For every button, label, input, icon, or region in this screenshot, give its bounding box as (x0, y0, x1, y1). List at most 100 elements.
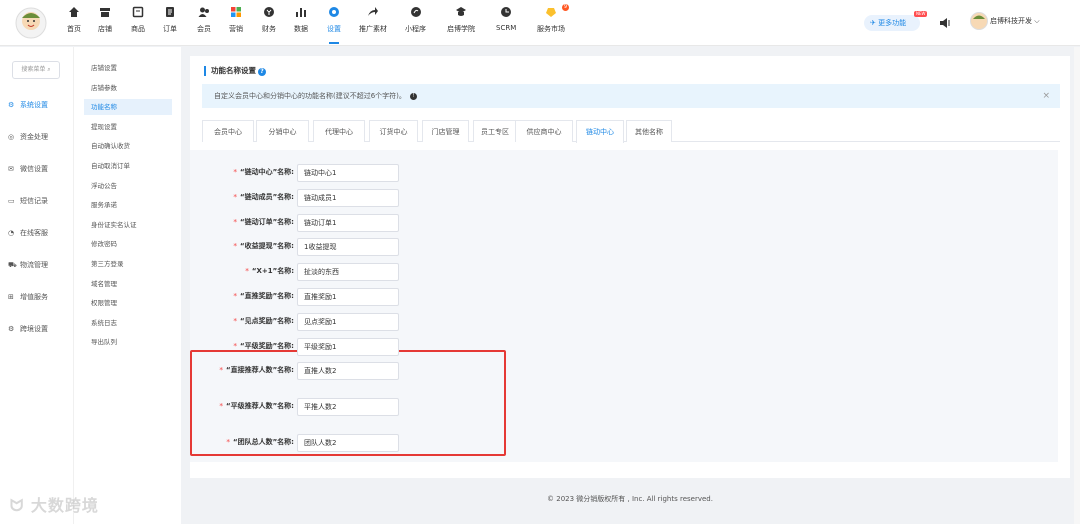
sidebar-item-label: 微信设置 (20, 165, 48, 173)
nav-label: 数据 (294, 25, 308, 33)
name-input[interactable]: 直推奖励1 (297, 288, 399, 306)
user-menu[interactable]: 启博科技开发 ⌵ (990, 16, 1040, 26)
name-input[interactable]: 链动成员1 (297, 189, 399, 207)
sidebar-item[interactable]: ◔ 在线客服 (0, 222, 73, 244)
required-mark: * (233, 317, 237, 325)
main-panel: 功能名称设置? 自定义会员中心和分销中心的功能名称(建议不超过6个字符)。 ! … (190, 56, 1070, 478)
nav-goods[interactable]: 商品 (131, 6, 145, 42)
subsidebar-item[interactable]: 服务承诺 (84, 197, 172, 213)
subsidebar-item[interactable]: 权限管理 (84, 295, 172, 311)
help-icon[interactable]: ? (258, 68, 266, 76)
nav-scrm[interactable]: SCRM (496, 6, 516, 42)
nav-market[interactable]: 服务市场 9 (537, 4, 569, 42)
tab[interactable]: 其他名称 (626, 120, 672, 142)
finance-icon (262, 6, 276, 22)
sidebar-item[interactable]: ⛟ 物流管理 (0, 254, 73, 276)
sidebar-item[interactable]: ▭ 短信记录 (0, 190, 73, 212)
nav-order[interactable]: 订单 (163, 6, 177, 42)
subsidebar-item[interactable]: 自动取消订单 (84, 158, 172, 174)
globe-icon: ⚙ (8, 325, 15, 333)
subsidebar-item[interactable]: 修改密码 (84, 236, 172, 252)
nav-label: 服务市场 (537, 25, 565, 33)
sub-sidebar: 店铺设置店铺参数功能名称提现设置自动确认收货 自动取消订单 浮动公告服务承诺身份证实… (73, 47, 181, 524)
subsidebar-item[interactable]: 系统日志 (84, 315, 172, 331)
subsidebar-item[interactable]: 第三方登录 (84, 256, 172, 272)
subsidebar-item[interactable]: 导出队列 (84, 334, 172, 350)
goods-icon (131, 6, 145, 22)
tab[interactable]: 供应商中心 (515, 120, 573, 142)
subsidebar-item[interactable]: 身份证实名认证 (84, 217, 172, 233)
subsidebar-item[interactable]: 浮动公告 (84, 178, 172, 194)
rocket-icon: ✈ (870, 19, 879, 27)
more-features-button[interactable]: ✈ 更多功能 (864, 15, 920, 31)
nav-share[interactable]: 推广素材 (359, 6, 387, 42)
sidebar-item[interactable]: ⊞ 增值服务 (0, 286, 73, 308)
nav-settings[interactable]: 设置 (327, 6, 341, 44)
sms-icon: ▭ (8, 197, 15, 205)
tab[interactable]: 员工专区 (473, 120, 517, 142)
nav-miniapp[interactable]: 小程序 (405, 6, 426, 42)
nav-data[interactable]: 数据 (294, 6, 308, 42)
nav-store[interactable]: 店铺 (98, 6, 112, 42)
tab[interactable]: 代理中心 (313, 120, 365, 142)
watermark-logo-icon: ᗢ (10, 496, 31, 515)
close-icon[interactable]: × (1042, 84, 1050, 108)
subsidebar-item[interactable]: 域名管理 (84, 276, 172, 292)
top-navbar: 首页 店铺 商品 订单 会员 营销 财务 数据 设置 推广素材 小程序 启博学院 SCRM 服务市场 9 ✈… (0, 0, 1080, 46)
order-icon (163, 6, 177, 22)
required-mark: * (245, 267, 249, 275)
name-input[interactable]: 直推人数2 (297, 362, 399, 380)
nav-home[interactable]: 首页 (67, 6, 81, 42)
name-input[interactable]: 平级奖励1 (297, 338, 399, 356)
name-input[interactable]: 链动订单1 (297, 214, 399, 232)
nav-label: 会员 (197, 25, 211, 33)
name-input[interactable]: 平推人数2 (297, 398, 399, 416)
tab[interactable]: 链动中心 (576, 120, 624, 143)
speaker-icon[interactable] (938, 16, 952, 30)
nav-label: SCRM (496, 24, 517, 32)
scrm-icon (496, 6, 516, 22)
nav-academy[interactable]: 启博学院 (447, 6, 475, 42)
field-label: * “X+1”名称: (245, 267, 294, 275)
tab[interactable]: 分销中心 (256, 120, 309, 142)
sidebar-item-label: 在线客服 (20, 229, 48, 237)
sidebar-item-label: 物流管理 (20, 261, 48, 269)
subsidebar-item[interactable]: 店铺设置 (84, 60, 172, 76)
name-input[interactable]: 扯淡的东西 (297, 263, 399, 281)
subsidebar-item[interactable]: 自动确认收货 (84, 138, 172, 154)
plus-square-icon: ⊞ (8, 293, 14, 301)
sidebar-item[interactable]: ◎ 资金处理 (0, 126, 73, 148)
subsidebar-item[interactable]: 店铺参数 (84, 80, 172, 96)
notification-badge: 9 (562, 4, 569, 11)
nav-label: 推广素材 (359, 25, 387, 33)
field-label: * “链动订单”名称: (233, 218, 294, 226)
nav-marketing[interactable]: 营销 (229, 6, 243, 42)
gear-icon: ⚙ (8, 101, 15, 109)
field-label: * “直接推荐人数”名称: (219, 366, 294, 374)
logo-avatar-icon[interactable] (14, 6, 48, 40)
nav-member[interactable]: 会员 (197, 6, 211, 42)
tab[interactable]: 会员中心 (202, 120, 254, 142)
name-input[interactable]: 见点奖励1 (297, 313, 399, 331)
tab[interactable]: 订货中心 (369, 120, 418, 142)
name-input[interactable]: 1收益提现 (297, 238, 399, 256)
tab[interactable]: 门店管理 (422, 120, 469, 142)
subsidebar-item[interactable]: 提现设置 (84, 119, 172, 135)
menu-search-input[interactable]: 搜索菜单 ⌕ (12, 61, 60, 79)
page-scrollbar[interactable] (1074, 47, 1080, 524)
nav-label: 订单 (163, 25, 177, 33)
sidebar-item-label: 短信记录 (20, 197, 48, 205)
sidebar-item[interactable]: ✉ 微信设置 (0, 158, 73, 180)
required-mark: * (219, 366, 223, 374)
sidebar-item[interactable]: ⚙ 跨境设置 (0, 318, 73, 340)
nav-finance[interactable]: 财务 (262, 6, 276, 42)
user-avatar[interactable] (970, 12, 988, 30)
name-input[interactable]: 团队人数2 (297, 434, 399, 452)
nav-label: 小程序 (405, 25, 426, 33)
required-mark: * (233, 168, 237, 176)
subsidebar-item[interactable]: 功能名称 (84, 99, 172, 116)
miniapp-icon (405, 6, 426, 22)
name-input[interactable]: 链动中心1 (297, 164, 399, 182)
sidebar-item-label: 资金处理 (20, 133, 48, 141)
sidebar-item[interactable]: ⚙ 系统设置 (0, 94, 73, 116)
